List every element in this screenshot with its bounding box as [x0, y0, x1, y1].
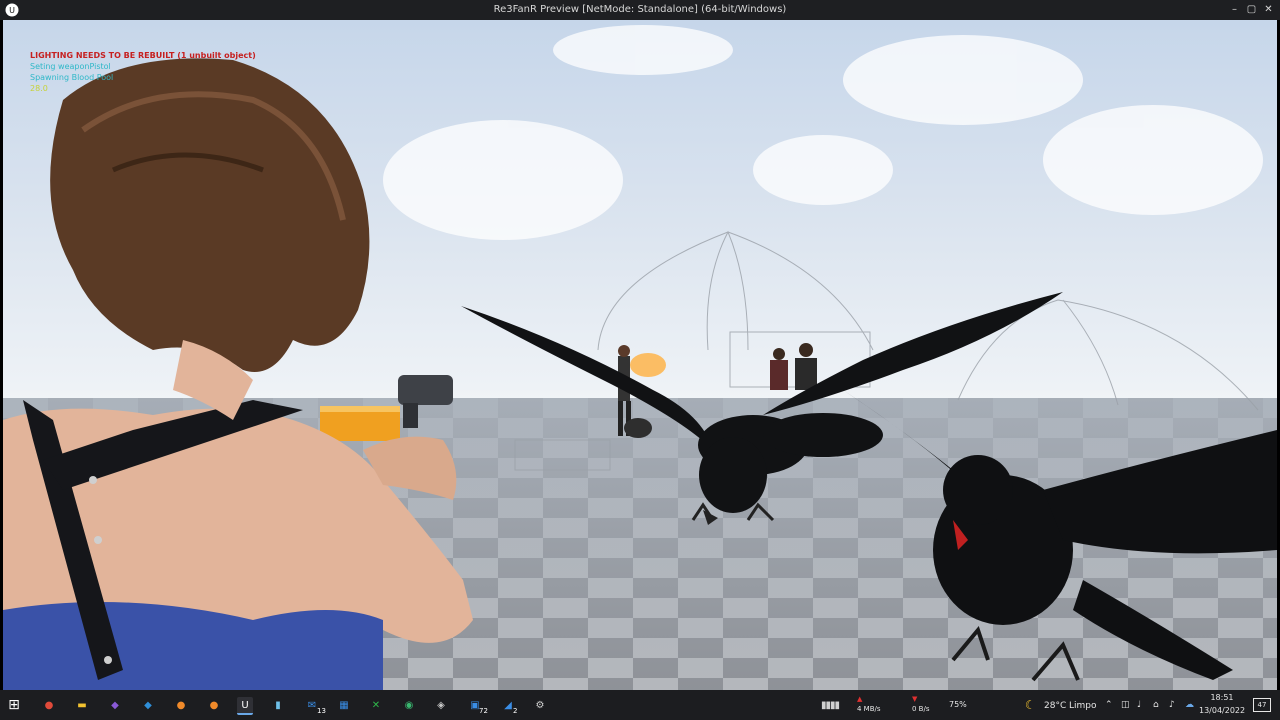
- blender-icon[interactable]: ●: [173, 697, 189, 713]
- file-explorer-icon[interactable]: ▬: [74, 697, 90, 713]
- chevron-up-icon[interactable]: ⌃: [1105, 700, 1113, 710]
- blender-icon[interactable]: ●: [206, 697, 222, 713]
- green-app-icon[interactable]: ◉: [401, 697, 417, 713]
- maximize-button[interactable]: ▢: [1244, 2, 1259, 16]
- weather-label[interactable]: Limpo: [1069, 701, 1097, 711]
- moon-weather-icon[interactable]: ☾: [1025, 698, 1036, 712]
- settings-circle-icon[interactable]: ⚙: [532, 697, 548, 713]
- close-button[interactable]: ✕: [1261, 2, 1276, 16]
- blue-top: [3, 602, 383, 690]
- net-up-icon: ▲: [857, 695, 863, 703]
- debug-hud: LIGHTING NEEDS TO BE REBUILT (1 unbuilt …: [30, 50, 256, 94]
- clock-date[interactable]: 13/04/2022: [1199, 706, 1245, 715]
- mail-badge: 13: [317, 707, 326, 715]
- microphone-icon[interactable]: ♩: [1137, 700, 1141, 710]
- muzzle-flash: [630, 353, 666, 377]
- scene-layer: [3, 25, 1277, 690]
- windows-start-icon[interactable]: ⊞: [6, 697, 22, 713]
- lighting-warning: LIGHTING NEEDS TO BE REBUILT (1 unbuilt …: [30, 51, 256, 60]
- crow-right: [843, 390, 1277, 682]
- hair: [50, 58, 370, 372]
- minimize-button[interactable]: –: [1227, 2, 1242, 16]
- net-down-value: 0 B/s: [912, 705, 930, 713]
- net-up-value: 4 MB/s: [857, 705, 881, 713]
- notifications-icon[interactable]: 47: [1253, 698, 1271, 712]
- cpu-percent: 75%: [949, 700, 967, 709]
- window-title-bar[interactable]: U Re3FanR Preview [NetMode: Standalone] …: [0, 0, 1280, 20]
- window-title: Re3FanR Preview [NetMode: Standalone] (6…: [493, 4, 787, 15]
- volume-icon[interactable]: ♪: [1169, 700, 1175, 710]
- fps-counter: 28.0: [30, 84, 48, 93]
- calculator-icon[interactable]: ▦: [336, 697, 352, 713]
- visual-studio-icon[interactable]: ◆: [107, 697, 123, 713]
- debug-message: Seting weaponPistol: [30, 62, 111, 71]
- clouds: [383, 25, 1263, 240]
- device-icon[interactable]: ◫: [1121, 700, 1130, 710]
- debug-message: Spawning Blood Pool: [30, 73, 114, 82]
- net-down-icon: ▼: [912, 695, 918, 703]
- taskbar: ⊞ ● ▬ ◆ ◆ ● ● U ▮ ✉ 13 ▦ ✕ ◉ ◈ ▣ 72 ◢ 2 …: [0, 690, 1280, 720]
- network-icon[interactable]: ⌂: [1153, 700, 1159, 710]
- photos-badge: 72: [479, 707, 488, 715]
- chrome-icon[interactable]: ●: [41, 697, 57, 713]
- vscode-icon[interactable]: ◆: [140, 697, 156, 713]
- temperature[interactable]: 28°C: [1044, 701, 1066, 711]
- xbox-icon[interactable]: ✕: [368, 697, 384, 713]
- cloud-icon[interactable]: ☁: [1185, 700, 1194, 710]
- tool-badge: 2: [513, 707, 518, 715]
- unreal-engine-icon[interactable]: U: [237, 697, 253, 715]
- shield-icon[interactable]: ◈: [433, 697, 449, 713]
- cpu-graph-icon[interactable]: ▮▮▮▮: [815, 697, 845, 713]
- pistol: [398, 375, 453, 405]
- notepad-icon[interactable]: ▮: [270, 697, 286, 713]
- clock-time[interactable]: 18:51: [1201, 693, 1243, 702]
- game-viewport[interactable]: LIGHTING NEEDS TO BE REBUILT (1 unbuilt …: [3, 20, 1277, 690]
